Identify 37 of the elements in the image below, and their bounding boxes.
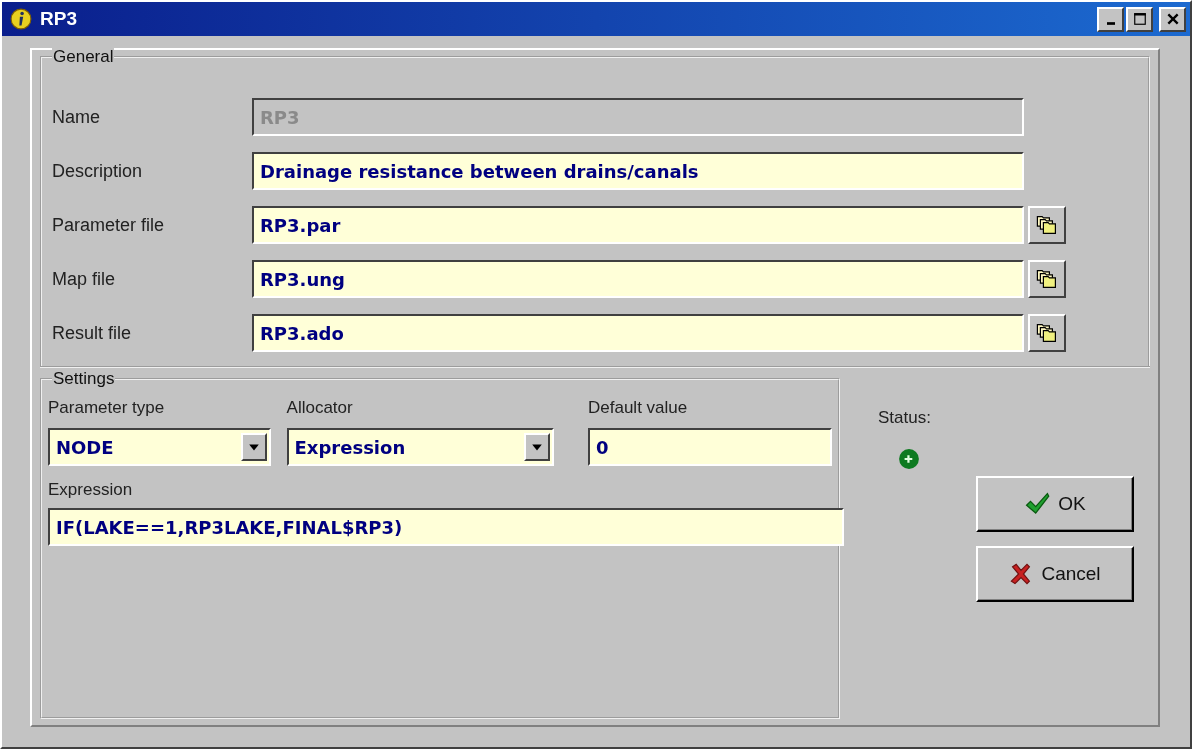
browse-button[interactable] [1028, 260, 1066, 298]
parameter-type-dropdown[interactable]: NODE [48, 428, 271, 466]
field-label: Parameter file [52, 214, 166, 236]
checkmark-icon [1024, 491, 1051, 517]
field-label: Map file [52, 268, 117, 290]
field-label: Default value [588, 398, 689, 418]
close-icon [1165, 12, 1180, 26]
folders-icon [1035, 321, 1059, 345]
group-legend: Settings [52, 370, 116, 388]
expression-field[interactable]: IF(LAKE==1,RP3LAKE,FINAL$RP3) [48, 508, 844, 546]
browse-button[interactable] [1028, 314, 1066, 352]
field-label: Allocator [286, 398, 354, 418]
field-label: Result file [52, 322, 133, 344]
field-label: Expression [48, 480, 134, 500]
text-field[interactable]: RP3.ado [252, 314, 1024, 352]
minimize-button[interactable] [1097, 6, 1124, 32]
text-field[interactable]: RP3.par [252, 206, 1024, 244]
cancel-button[interactable]: Cancel [976, 546, 1134, 602]
allocator-dropdown[interactable]: Expression [286, 428, 554, 466]
folders-icon [1035, 267, 1059, 291]
field-label: Description [52, 160, 144, 182]
field-label: Parameter type [48, 398, 166, 418]
maximize-icon [1132, 12, 1147, 26]
folders-icon [1035, 213, 1059, 237]
info-icon [10, 8, 32, 30]
close-button[interactable] [1159, 6, 1186, 32]
minimize-icon [1106, 21, 1115, 25]
ok-button[interactable]: OK [976, 476, 1134, 532]
status-label: Status: [878, 408, 931, 428]
maximize-button[interactable] [1126, 6, 1153, 32]
browse-button[interactable] [1028, 206, 1066, 244]
status-ok-icon [898, 448, 920, 470]
text-field[interactable]: Drainage resistance between drains/canals [252, 152, 1024, 190]
default-value-field[interactable]: 0 [588, 428, 832, 466]
window-title: RP3 [40, 8, 78, 30]
field-label: Name [52, 106, 101, 128]
text-field[interactable]: RP3.ung [252, 260, 1024, 298]
